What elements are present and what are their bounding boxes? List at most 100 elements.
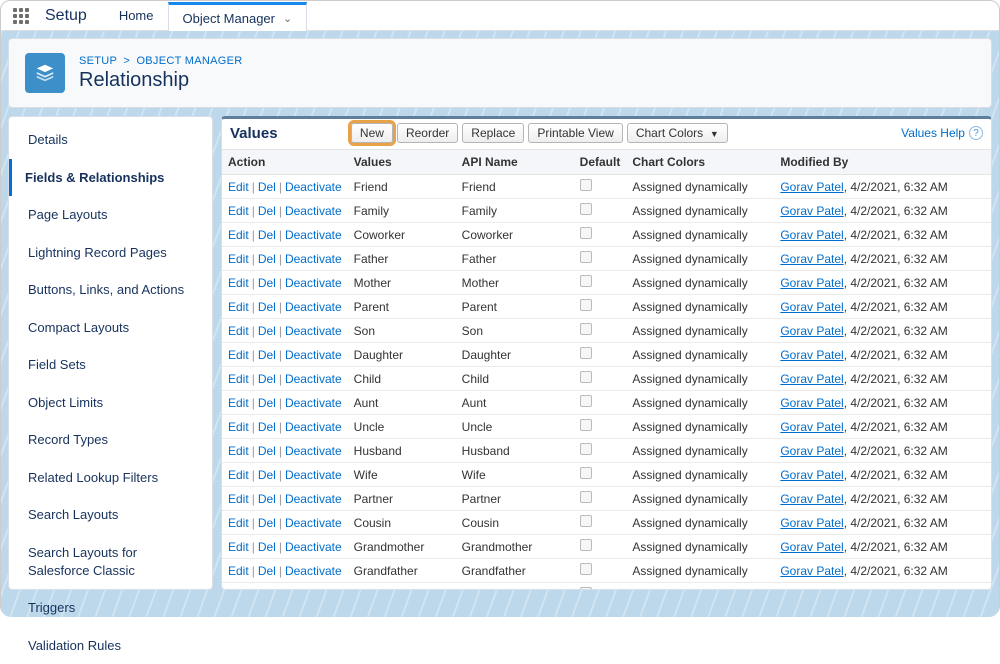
values-help-link[interactable]: Values Help ?	[901, 126, 983, 140]
edit-link[interactable]: Edit	[228, 540, 249, 554]
deactivate-link[interactable]: Deactivate	[285, 540, 342, 554]
tab-object-manager[interactable]: Object Manager ⌄	[168, 2, 308, 31]
del-link[interactable]: Del	[258, 300, 276, 314]
edit-link[interactable]: Edit	[228, 420, 249, 434]
del-link[interactable]: Del	[258, 420, 276, 434]
deactivate-link[interactable]: Deactivate	[285, 372, 342, 386]
tab-home[interactable]: Home	[105, 1, 168, 30]
deactivate-link[interactable]: Deactivate	[285, 228, 342, 242]
del-link[interactable]: Del	[258, 276, 276, 290]
deactivate-link[interactable]: Deactivate	[285, 180, 342, 194]
user-link[interactable]: Gorav Patel	[780, 540, 843, 554]
edit-link[interactable]: Edit	[228, 564, 249, 578]
app-launcher-icon[interactable]	[9, 4, 33, 28]
sidebar-item-search-layouts[interactable]: Search Layouts	[9, 496, 212, 534]
edit-link[interactable]: Edit	[228, 252, 249, 266]
edit-link[interactable]: Edit	[228, 516, 249, 530]
deactivate-link[interactable]: Deactivate	[285, 468, 342, 482]
del-link[interactable]: Del	[258, 180, 276, 194]
sidebar-item-page-layouts[interactable]: Page Layouts	[9, 196, 212, 234]
deactivate-link[interactable]: Deactivate	[285, 492, 342, 506]
reorder-button[interactable]: Reorder	[397, 123, 458, 143]
sidebar-item-search-layouts-for-salesforce-classic[interactable]: Search Layouts for Salesforce Classic	[9, 534, 212, 589]
sidebar-item-lightning-record-pages[interactable]: Lightning Record Pages	[9, 234, 212, 272]
edit-link[interactable]: Edit	[228, 372, 249, 386]
user-link[interactable]: Gorav Patel	[780, 444, 843, 458]
edit-link[interactable]: Edit	[228, 180, 249, 194]
del-link[interactable]: Del	[258, 372, 276, 386]
sidebar-item-fields-relationships[interactable]: Fields & Relationships	[9, 159, 212, 197]
user-link[interactable]: Gorav Patel	[780, 516, 843, 530]
user-link[interactable]: Gorav Patel	[780, 420, 843, 434]
values-table-scroll[interactable]: Action Values API Name Default Chart Col…	[222, 149, 991, 589]
del-link[interactable]: Del	[258, 564, 276, 578]
user-link[interactable]: Gorav Patel	[780, 204, 843, 218]
user-link[interactable]: Gorav Patel	[780, 588, 843, 590]
user-link[interactable]: Gorav Patel	[780, 468, 843, 482]
sidebar-item-related-lookup-filters[interactable]: Related Lookup Filters	[9, 459, 212, 497]
del-link[interactable]: Del	[258, 348, 276, 362]
edit-link[interactable]: Edit	[228, 492, 249, 506]
edit-link[interactable]: Edit	[228, 228, 249, 242]
new-button[interactable]: New	[351, 123, 393, 143]
chart-colors-button[interactable]: Chart Colors ▼	[627, 123, 728, 143]
breadcrumb-setup[interactable]: SETUP	[79, 55, 117, 67]
user-link[interactable]: Gorav Patel	[780, 228, 843, 242]
sidebar-item-details[interactable]: Details	[9, 121, 212, 159]
sidebar-item-record-types[interactable]: Record Types	[9, 421, 212, 459]
user-link[interactable]: Gorav Patel	[780, 396, 843, 410]
printable-view-button[interactable]: Printable View	[528, 123, 623, 143]
edit-link[interactable]: Edit	[228, 300, 249, 314]
deactivate-link[interactable]: Deactivate	[285, 396, 342, 410]
user-link[interactable]: Gorav Patel	[780, 492, 843, 506]
del-link[interactable]: Del	[258, 444, 276, 458]
replace-button[interactable]: Replace	[462, 123, 524, 143]
sidebar-item-buttons-links-and-actions[interactable]: Buttons, Links, and Actions	[9, 271, 212, 309]
deactivate-link[interactable]: Deactivate	[285, 348, 342, 362]
user-link[interactable]: Gorav Patel	[780, 276, 843, 290]
deactivate-link[interactable]: Deactivate	[285, 564, 342, 578]
user-link[interactable]: Gorav Patel	[780, 252, 843, 266]
user-link[interactable]: Gorav Patel	[780, 180, 843, 194]
del-link[interactable]: Del	[258, 516, 276, 530]
del-link[interactable]: Del	[258, 252, 276, 266]
deactivate-link[interactable]: Deactivate	[285, 516, 342, 530]
del-link[interactable]: Del	[258, 492, 276, 506]
api-cell: Grandparent	[456, 583, 574, 590]
deactivate-link[interactable]: Deactivate	[285, 588, 342, 590]
del-link[interactable]: Del	[258, 396, 276, 410]
sidebar-item-validation-rules[interactable]: Validation Rules	[9, 627, 212, 664]
deactivate-link[interactable]: Deactivate	[285, 300, 342, 314]
del-link[interactable]: Del	[258, 204, 276, 218]
user-link[interactable]: Gorav Patel	[780, 324, 843, 338]
default-cell	[574, 439, 627, 463]
del-link[interactable]: Del	[258, 228, 276, 242]
del-link[interactable]: Del	[258, 588, 276, 590]
deactivate-link[interactable]: Deactivate	[285, 420, 342, 434]
edit-link[interactable]: Edit	[228, 588, 249, 590]
edit-link[interactable]: Edit	[228, 468, 249, 482]
edit-link[interactable]: Edit	[228, 204, 249, 218]
deactivate-link[interactable]: Deactivate	[285, 204, 342, 218]
edit-link[interactable]: Edit	[228, 396, 249, 410]
deactivate-link[interactable]: Deactivate	[285, 276, 342, 290]
deactivate-link[interactable]: Deactivate	[285, 252, 342, 266]
user-link[interactable]: Gorav Patel	[780, 348, 843, 362]
edit-link[interactable]: Edit	[228, 324, 249, 338]
sidebar-item-field-sets[interactable]: Field Sets	[9, 346, 212, 384]
user-link[interactable]: Gorav Patel	[780, 372, 843, 386]
edit-link[interactable]: Edit	[228, 444, 249, 458]
del-link[interactable]: Del	[258, 468, 276, 482]
deactivate-link[interactable]: Deactivate	[285, 324, 342, 338]
deactivate-link[interactable]: Deactivate	[285, 444, 342, 458]
sidebar-item-object-limits[interactable]: Object Limits	[9, 384, 212, 422]
sidebar-item-triggers[interactable]: Triggers	[9, 589, 212, 627]
del-link[interactable]: Del	[258, 540, 276, 554]
del-link[interactable]: Del	[258, 324, 276, 338]
edit-link[interactable]: Edit	[228, 276, 249, 290]
user-link[interactable]: Gorav Patel	[780, 300, 843, 314]
sidebar-item-compact-layouts[interactable]: Compact Layouts	[9, 309, 212, 347]
edit-link[interactable]: Edit	[228, 348, 249, 362]
breadcrumb-object-manager[interactable]: OBJECT MANAGER	[136, 55, 242, 67]
user-link[interactable]: Gorav Patel	[780, 564, 843, 578]
